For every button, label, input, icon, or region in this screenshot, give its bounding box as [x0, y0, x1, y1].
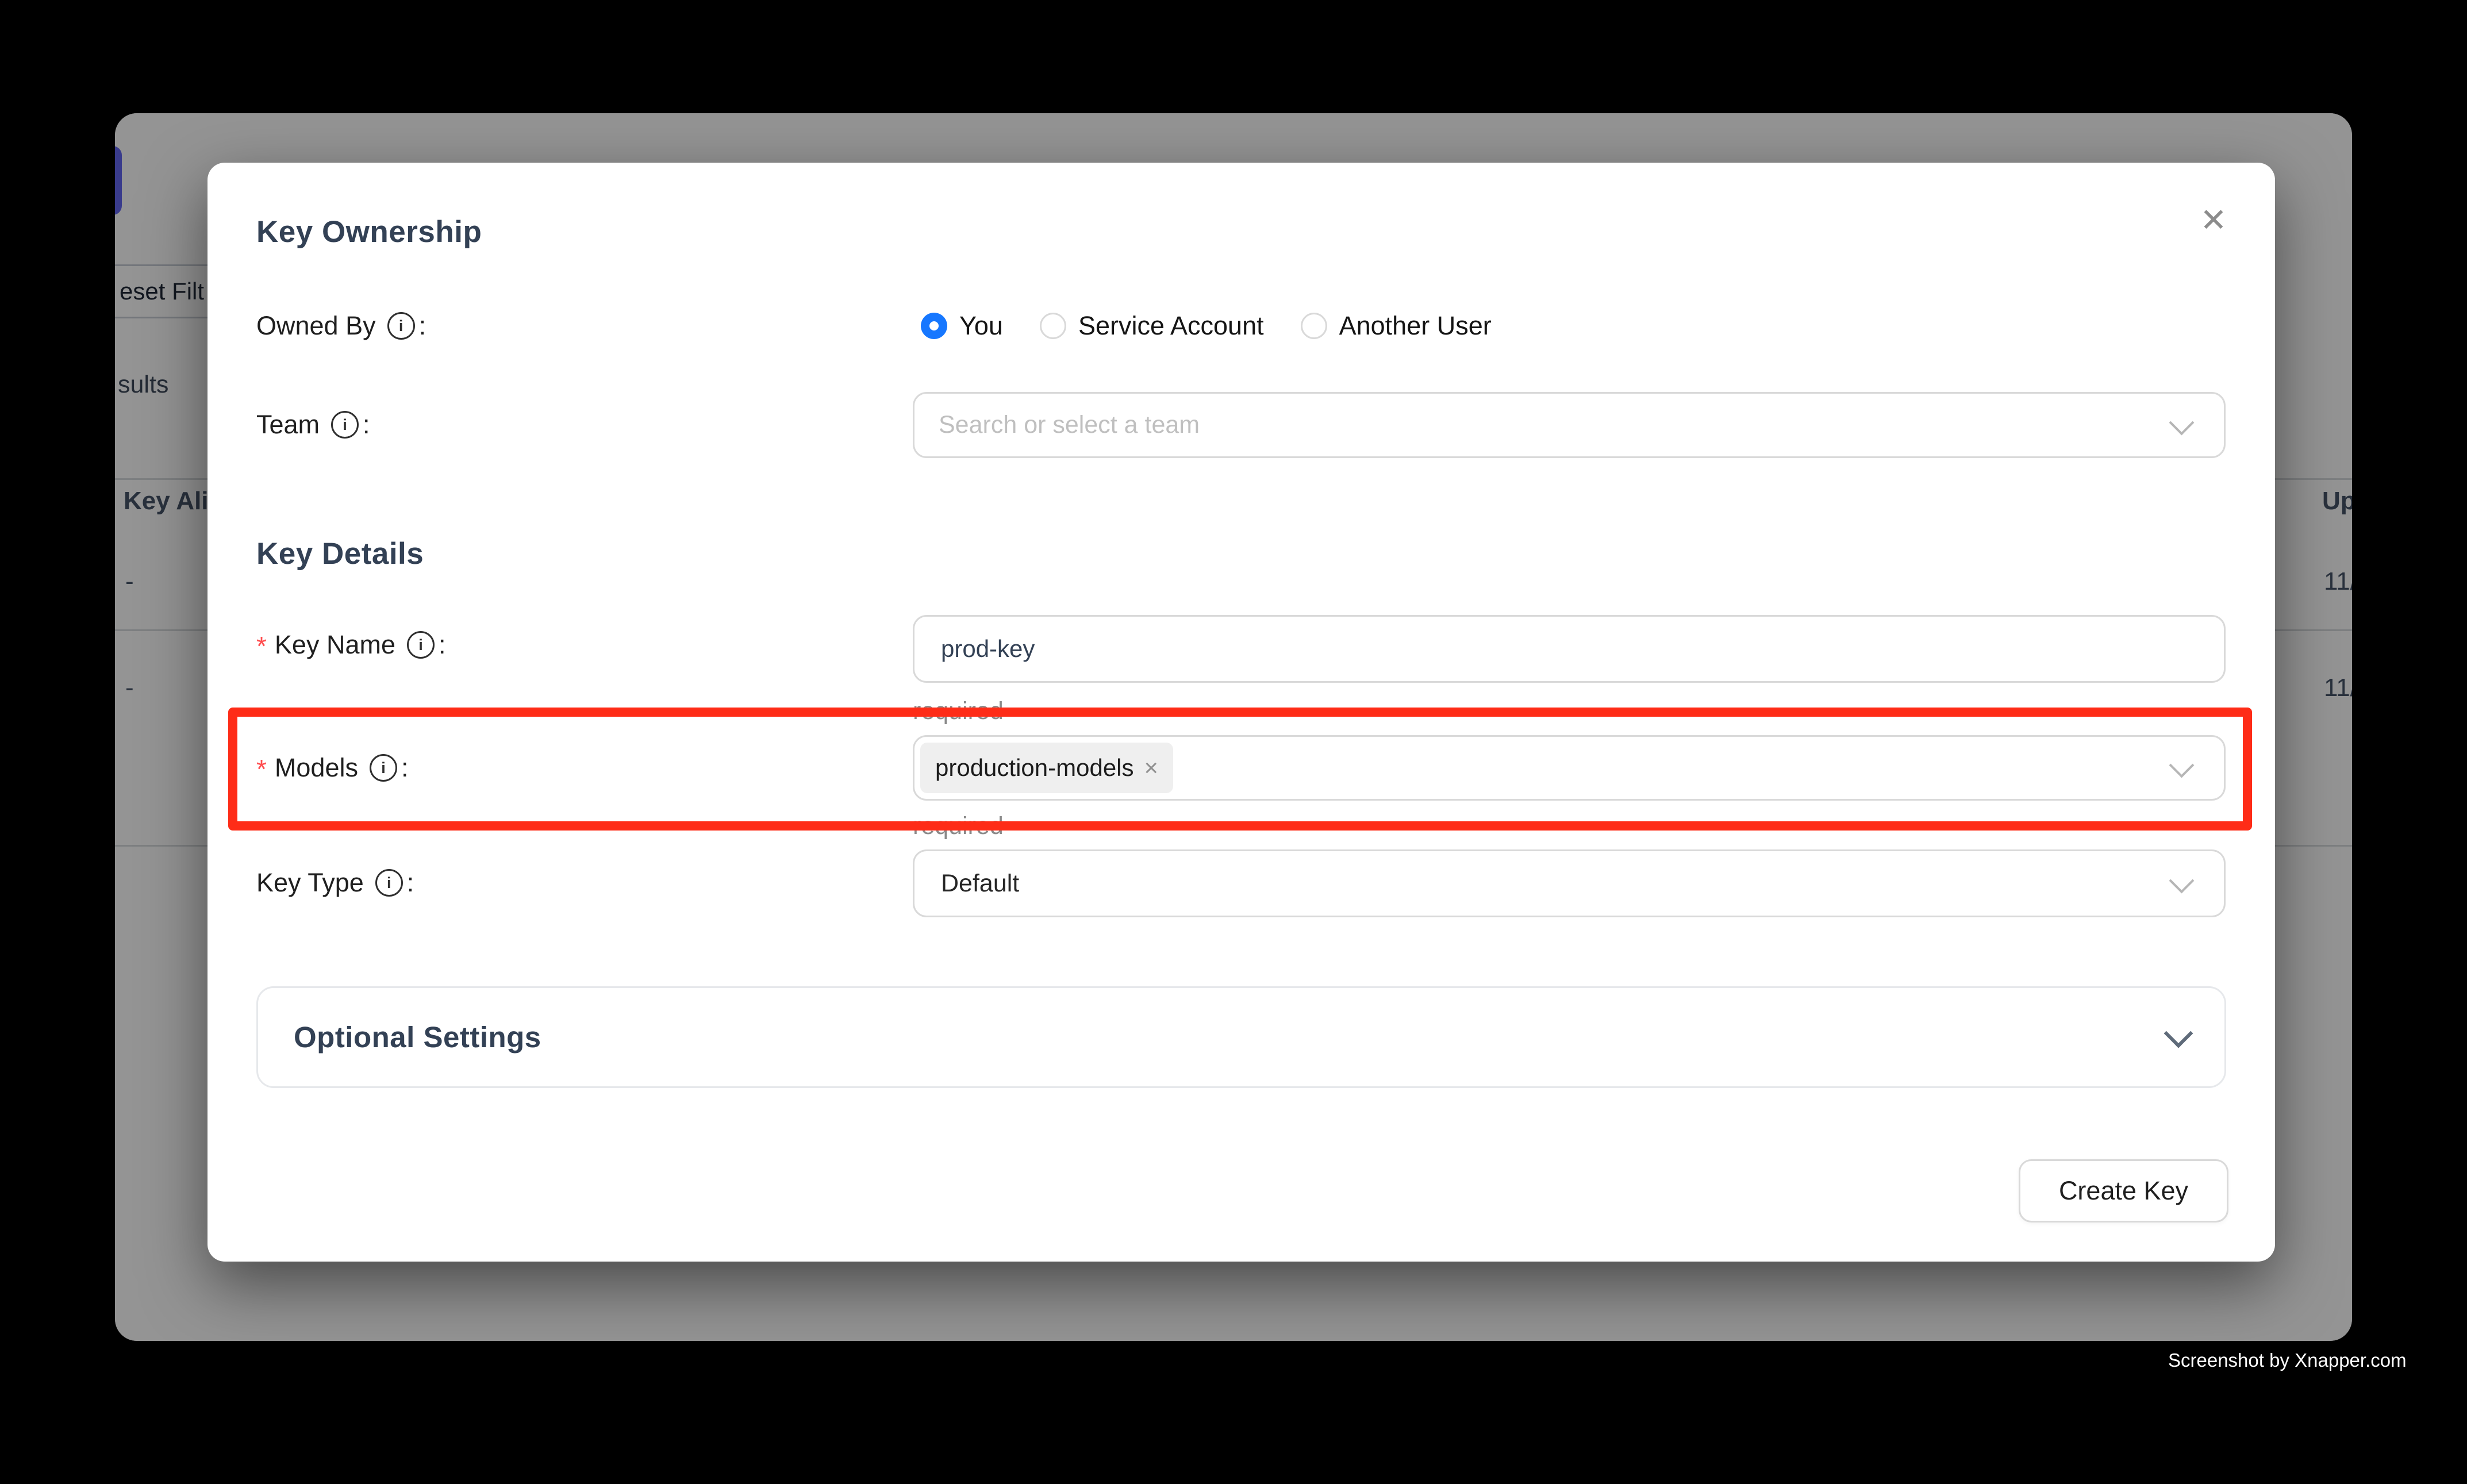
key-type-select[interactable]: Default: [913, 849, 2226, 917]
radio-another-user[interactable]: [1301, 313, 1327, 339]
chevron-down-icon: [2169, 868, 2195, 894]
create-key-button[interactable]: Create Key: [2019, 1159, 2228, 1222]
radio-you[interactable]: [921, 313, 947, 339]
info-icon: i: [407, 631, 435, 659]
key-name-value: prod-key: [914, 635, 1035, 663]
key-name-input[interactable]: prod-key: [913, 615, 2226, 683]
chevron-down-icon: [2169, 410, 2195, 435]
key-name-label: * Key Name i :: [256, 620, 446, 670]
modal-title: Key Ownership: [256, 214, 482, 249]
owned-by-label: Owned By i :: [256, 301, 426, 351]
watermark: Screenshot by Xnapper.com: [2168, 1350, 2407, 1371]
screen: eset Filt sults Key Alia Up - 11/ - 11/ …: [0, 0, 2467, 1484]
chevron-down-icon: [2164, 1018, 2193, 1048]
team-select[interactable]: Search or select a team: [913, 392, 2226, 458]
section-title-key-details: Key Details: [256, 536, 424, 571]
key-type-value: Default: [914, 870, 1019, 898]
team-label: Team i :: [256, 399, 370, 450]
team-select-placeholder: Search or select a team: [914, 411, 1200, 439]
radio-service-account-label[interactable]: Service Account: [1078, 311, 1264, 341]
info-icon: i: [375, 869, 403, 897]
required-asterisk: *: [256, 630, 267, 662]
annotation-highlight-box: [228, 708, 2252, 831]
key-type-label: Key Type i :: [256, 858, 414, 908]
radio-service-account[interactable]: [1040, 313, 1066, 339]
owned-by-radio-group: You Service Account Another User: [921, 301, 1492, 351]
radio-another-user-label[interactable]: Another User: [1339, 311, 1492, 341]
info-icon: i: [331, 411, 359, 439]
radio-you-label[interactable]: You: [959, 311, 1003, 341]
optional-settings-label: Optional Settings: [294, 1020, 541, 1054]
close-icon[interactable]: ✕: [2189, 196, 2238, 244]
info-icon: i: [387, 312, 415, 340]
optional-settings-toggle[interactable]: Optional Settings: [256, 986, 2226, 1088]
